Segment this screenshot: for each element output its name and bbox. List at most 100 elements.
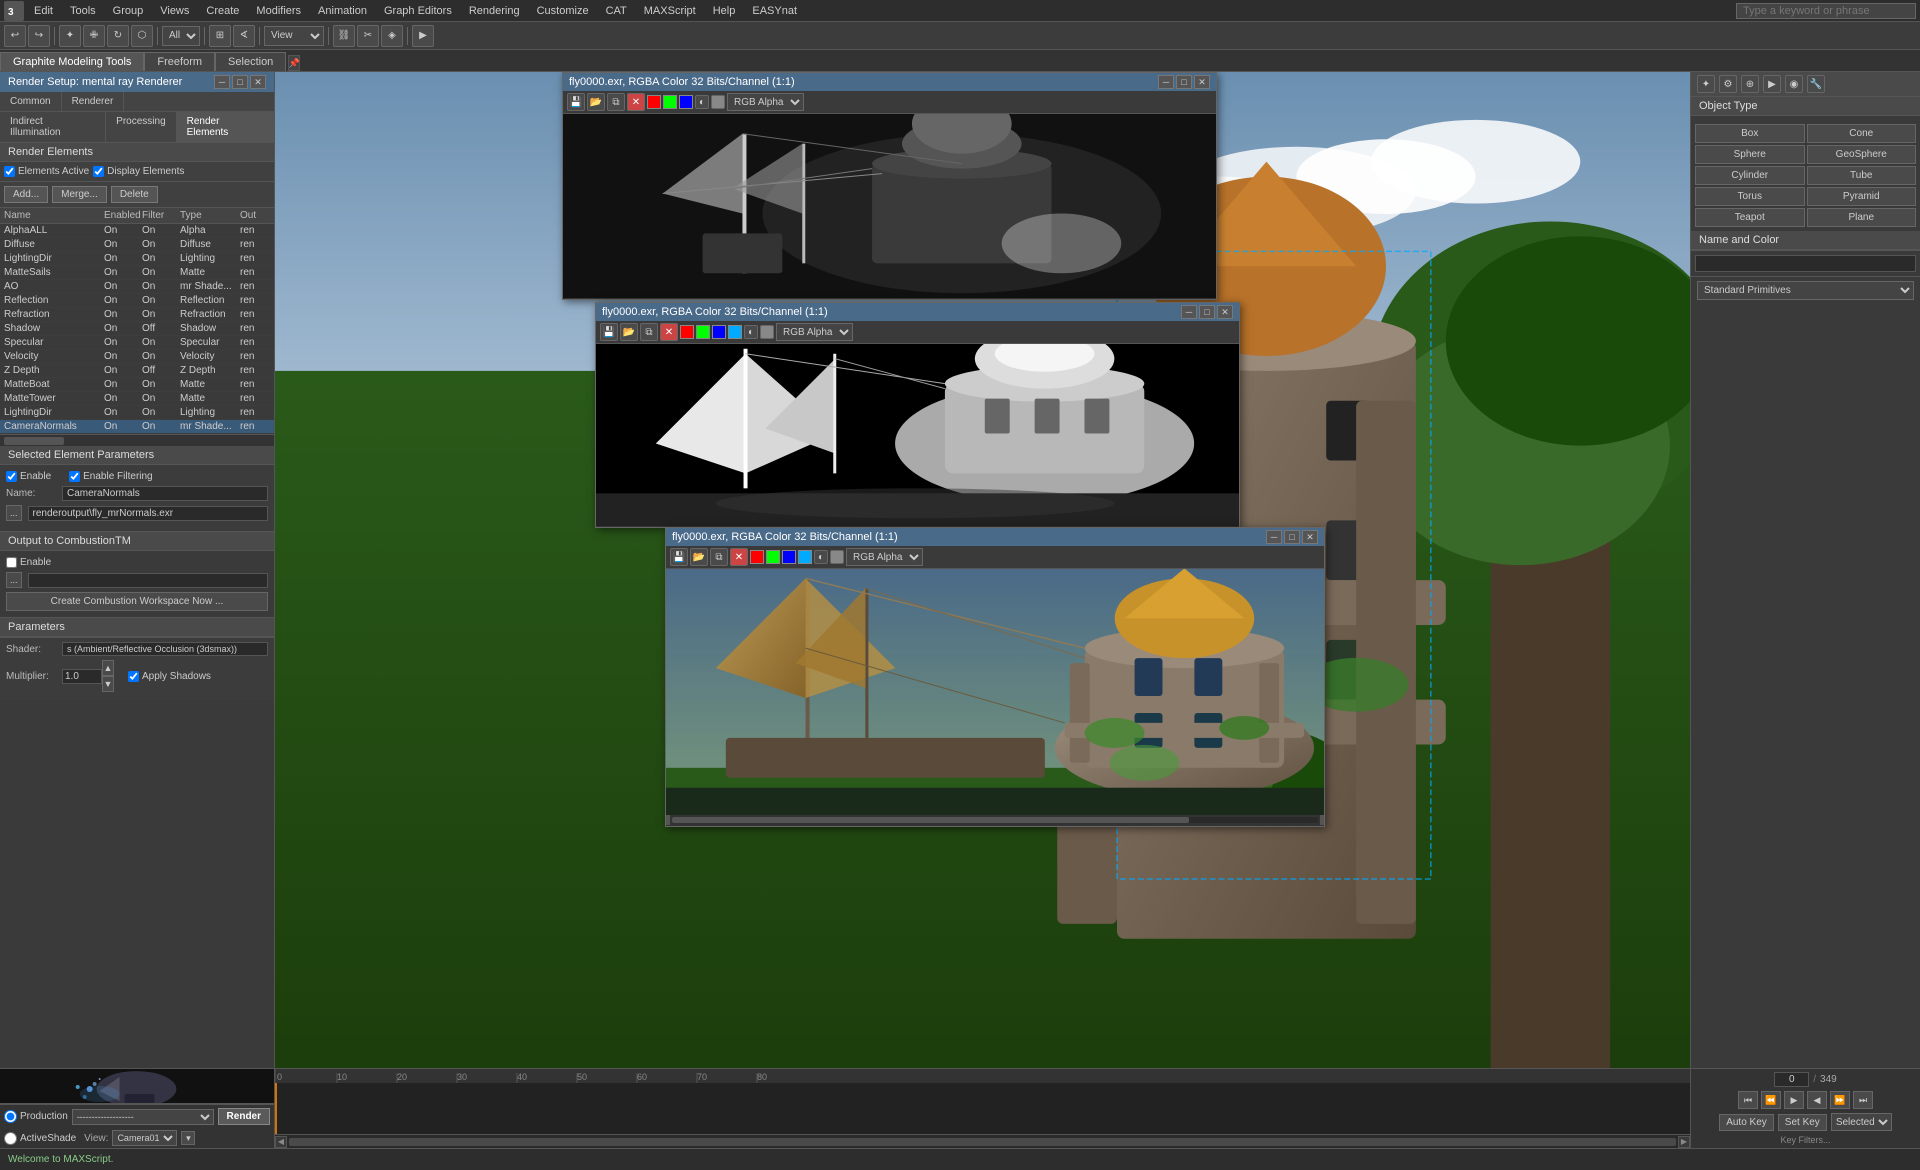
combustion-path-btn[interactable]: ... — [6, 572, 22, 588]
play-reverse-btn[interactable]: ◀ — [1807, 1091, 1827, 1109]
goto-end-btn[interactable]: ⏭ — [1853, 1091, 1873, 1109]
menu-cat[interactable]: CAT — [598, 3, 635, 19]
autokey-btn[interactable]: Auto Key — [1719, 1114, 1774, 1131]
play-btn[interactable]: ▶ — [1784, 1091, 1804, 1109]
obj-box-btn[interactable]: Box — [1695, 124, 1805, 143]
win1-minimize-btn[interactable]: ─ — [1158, 75, 1174, 89]
menu-create[interactable]: Create — [198, 3, 247, 19]
menu-customize[interactable]: Customize — [529, 3, 597, 19]
win1-channel-select[interactable]: RGB Alpha — [727, 93, 804, 111]
current-frame-input[interactable] — [1774, 1072, 1809, 1087]
selected-dropdown[interactable]: Selected — [1831, 1113, 1892, 1131]
win3-scrollbar-h[interactable] — [666, 815, 1324, 825]
object-name-input[interactable] — [1695, 255, 1916, 272]
tab-pin-btn[interactable]: 📌 — [288, 55, 300, 71]
table-row[interactable]: CameraNormals On On mr Shade... ren — [0, 420, 274, 434]
menu-animation[interactable]: Animation — [310, 3, 375, 19]
snap-btn[interactable]: ⊞ — [209, 25, 231, 47]
tab-renderer[interactable]: Renderer — [62, 92, 125, 111]
win1-close-x-btn[interactable]: ✕ — [627, 93, 645, 111]
goto-start-btn[interactable]: ⏮ — [1738, 1091, 1758, 1109]
table-row[interactable]: Velocity On On Velocity ren — [0, 350, 274, 364]
output-path-btn[interactable]: ... — [6, 505, 22, 521]
win1-color-g[interactable] — [663, 95, 677, 109]
object-type-header[interactable]: Object Type — [1691, 97, 1920, 116]
table-row[interactable]: MatteTower On On Matte ren — [0, 392, 274, 406]
rp-utilities-btn[interactable]: 🔧 — [1807, 75, 1825, 93]
tab-common[interactable]: Common — [0, 92, 62, 111]
multiplier-up-btn[interactable]: ▲ — [102, 660, 114, 676]
bind-btn[interactable]: ◈ — [381, 25, 403, 47]
tab-selection[interactable]: Selection — [215, 52, 286, 71]
camera-select-bottom[interactable]: Camera01 — [112, 1130, 177, 1146]
win3-color-b[interactable] — [782, 550, 796, 564]
unlink-btn[interactable]: ✂ — [357, 25, 379, 47]
scrollbar-thumb[interactable] — [4, 437, 64, 445]
win2-minimize-btn[interactable]: ─ — [1181, 305, 1197, 319]
combustion-path-input[interactable] — [28, 573, 268, 588]
angle-snap-btn[interactable]: ∢ — [233, 25, 255, 47]
apply-shadows-checkbox[interactable] — [128, 671, 139, 682]
multiplier-input[interactable] — [62, 669, 102, 684]
win2-clone-btn[interactable]: ⧉ — [640, 323, 658, 341]
display-elements-checkbox[interactable] — [93, 166, 104, 177]
win2-color-g[interactable] — [696, 325, 710, 339]
menu-rendering[interactable]: Rendering — [461, 3, 528, 19]
menu-views[interactable]: Views — [152, 3, 197, 19]
rp-modify-btn[interactable]: ⚙ — [1719, 75, 1737, 93]
obj-pyramid-btn[interactable]: Pyramid — [1807, 187, 1917, 206]
obj-cone-btn[interactable]: Cone — [1807, 124, 1917, 143]
obj-torus-btn[interactable]: Torus — [1695, 187, 1805, 206]
rp-hierarchy-btn[interactable]: ⊕ — [1741, 75, 1759, 93]
table-row[interactable]: LightingDir On On Lighting ren — [0, 252, 274, 266]
table-row[interactable]: Refraction On On Refraction ren — [0, 308, 274, 322]
production-radio2[interactable] — [4, 1110, 17, 1123]
elements-active-check[interactable]: Elements Active — [4, 166, 89, 177]
tab-processing[interactable]: Processing — [106, 112, 176, 142]
menu-search-input[interactable] — [1736, 3, 1916, 19]
obj-geosphere-btn[interactable]: GeoSphere — [1807, 145, 1917, 164]
win2-color-swatch[interactable] — [760, 325, 774, 339]
win3-scroll-left[interactable] — [666, 815, 670, 825]
apply-shadows-check[interactable]: Apply Shadows — [128, 671, 211, 682]
win3-save-btn[interactable]: 💾 — [670, 548, 688, 566]
render-elements-header[interactable]: Render Elements — [0, 143, 274, 162]
merge-element-btn[interactable]: Merge... — [52, 186, 107, 203]
win1-color-b[interactable] — [679, 95, 693, 109]
select-btn[interactable]: ✦ — [59, 25, 81, 47]
win3-scroll-thumb[interactable] — [672, 817, 1189, 823]
setkey-btn[interactable]: Set Key — [1778, 1114, 1827, 1131]
menu-edit[interactable]: Edit — [26, 3, 61, 19]
key-filter-label[interactable]: Key Filters... — [1780, 1135, 1830, 1145]
production-mode-radio[interactable]: Production — [4, 1110, 68, 1123]
win2-channel-select[interactable]: RGB Alpha — [776, 323, 853, 341]
multiplier-down-btn[interactable]: ▼ — [102, 676, 114, 692]
rp-create-btn[interactable]: ✦ — [1697, 75, 1715, 93]
win3-minimize-btn[interactable]: ─ — [1266, 530, 1282, 544]
select-filter-dropdown[interactable]: All — [162, 26, 200, 46]
menu-maxscript[interactable]: MAXScript — [636, 3, 704, 19]
win2-mono-btn[interactable]: ◐ — [744, 325, 758, 339]
combustion-enable-check[interactable]: Enable — [6, 557, 51, 568]
table-row[interactable]: LightingDir On On Lighting ren — [0, 406, 274, 420]
panel-maximize-btn[interactable]: □ — [232, 75, 248, 89]
win2-save-btn[interactable]: 💾 — [600, 323, 618, 341]
win2-maximize-btn[interactable]: □ — [1199, 305, 1215, 319]
menu-group[interactable]: Group — [105, 3, 152, 19]
enable-filtering-check[interactable]: Enable Filtering — [69, 471, 152, 482]
scroll-right-btn[interactable]: ▶ — [1678, 1136, 1690, 1148]
scroll-left-btn[interactable]: ◀ — [275, 1136, 287, 1148]
element-enable-check[interactable]: Enable — [6, 471, 51, 482]
obj-teapot-btn[interactable]: Teapot — [1695, 208, 1805, 227]
add-element-btn[interactable]: Add... — [4, 186, 48, 203]
selected-params-header[interactable]: Selected Element Parameters — [0, 446, 274, 465]
combustion-header[interactable]: Output to CombustionTM — [0, 532, 274, 551]
next-frame-btn[interactable]: ⏩ — [1830, 1091, 1850, 1109]
menu-modifiers[interactable]: Modifiers — [248, 3, 309, 19]
win1-clone-btn[interactable]: ⧉ — [607, 93, 625, 111]
scroll-track[interactable] — [289, 1138, 1676, 1146]
table-row[interactable]: AlphaALL On On Alpha ren — [0, 224, 274, 238]
win2-close-x-btn[interactable]: ✕ — [660, 323, 678, 341]
menu-graph-editors[interactable]: Graph Editors — [376, 3, 460, 19]
win3-color-g[interactable] — [766, 550, 780, 564]
